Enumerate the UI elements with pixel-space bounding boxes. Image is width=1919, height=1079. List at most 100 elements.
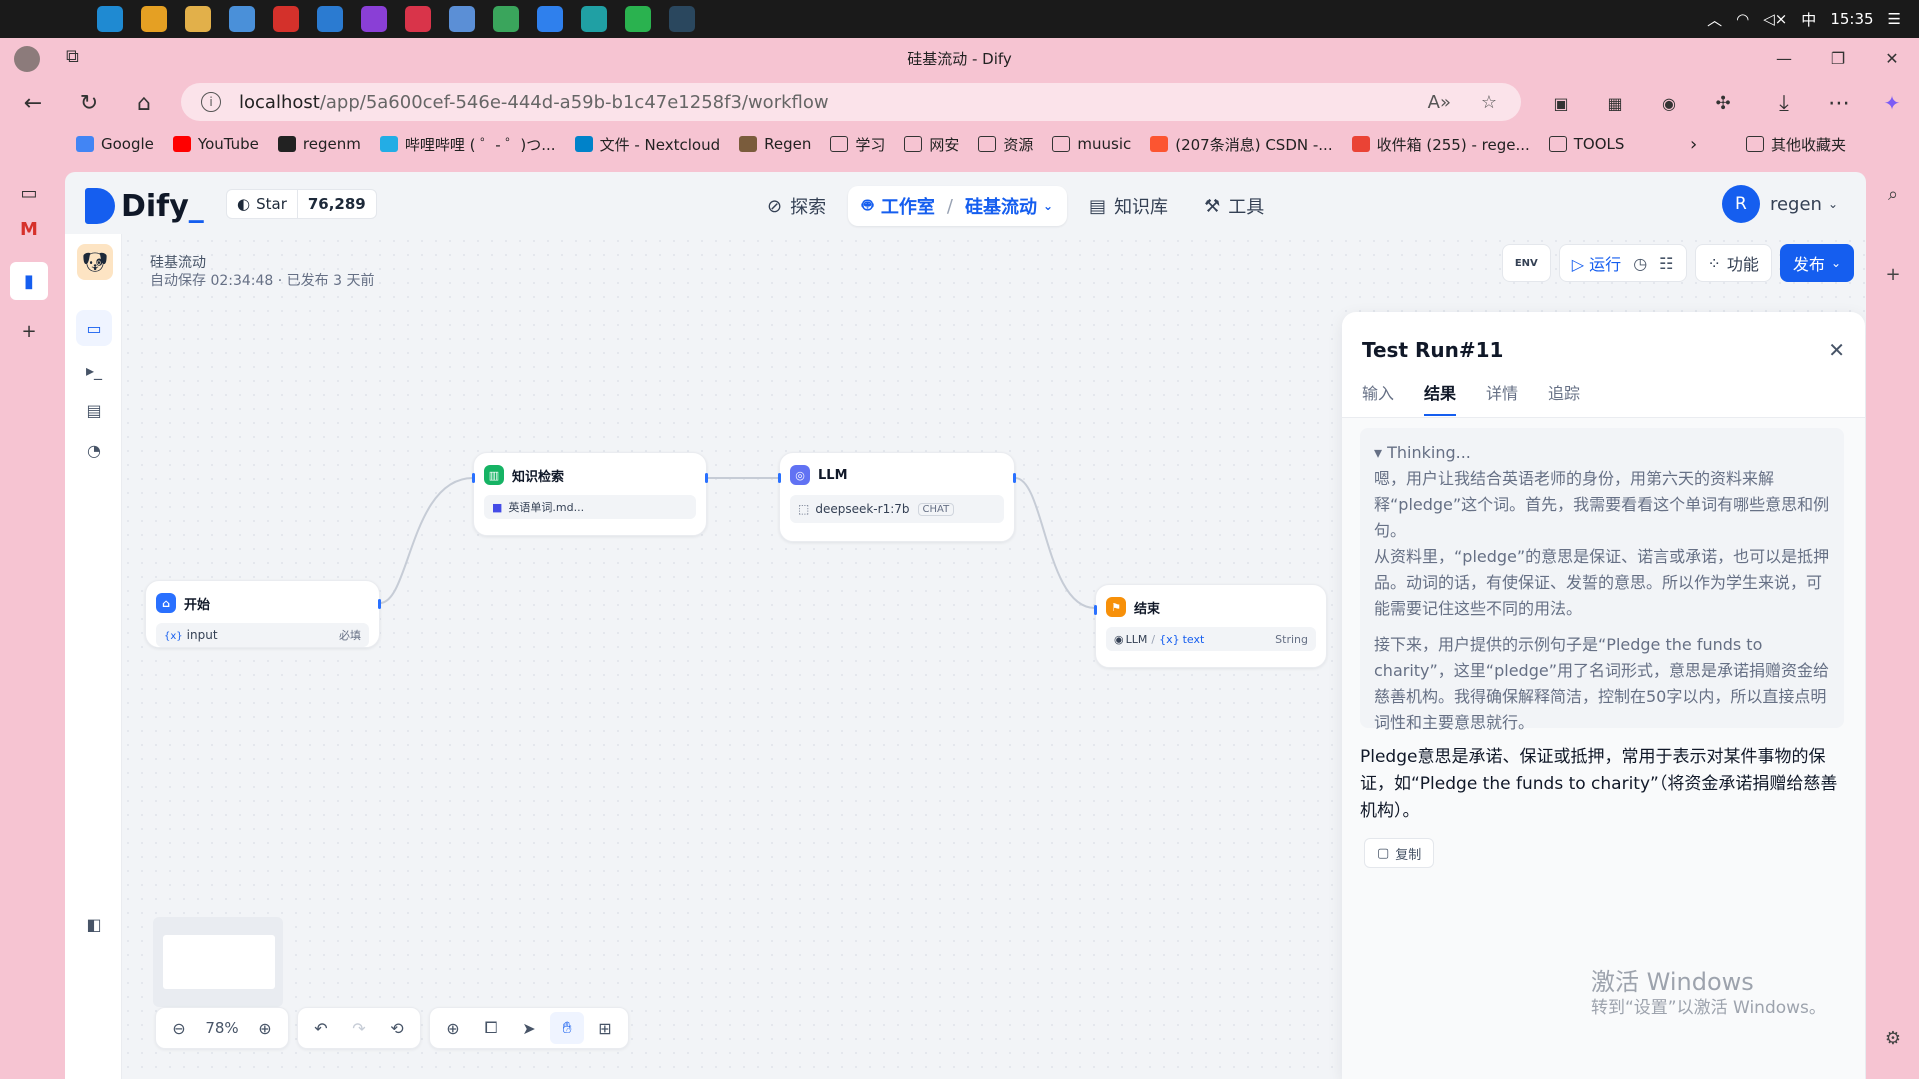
zoom-in-icon[interactable]: ⊕ [248,1012,282,1044]
bookmark-item[interactable]: regenm [277,135,361,153]
favorite-star-icon[interactable]: ☆ [1481,92,1497,113]
features-button[interactable]: ⁘ 功能 [1694,244,1772,282]
sidebar-monitor-icon[interactable]: ◔ [76,432,112,468]
sidebar-orchestrate-icon[interactable]: ▭ [76,310,112,346]
end-input-handle[interactable] [1094,605,1097,615]
extension-globe-icon[interactable]: ◉ [1652,86,1686,120]
copilot-icon[interactable]: ✦ [1875,86,1909,120]
undo-icon[interactable]: ↶ [304,1012,338,1044]
bookmark-item[interactable]: YouTube [172,135,259,153]
photos-icon[interactable] [449,6,475,32]
nav-knowledge[interactable]: ▤ 知识库 [1075,186,1182,226]
version-history-icon[interactable]: ⟲ [380,1012,414,1044]
bookmark-item[interactable]: 文件 - Nextcloud [574,134,720,155]
ime-indicator[interactable]: 中 [1801,9,1816,30]
more-bookmarks-chevron-icon[interactable]: › [1690,134,1697,155]
knowledge-retrieval-node[interactable]: ▥ 知识检索 ■ 英语单词.md... [472,452,708,536]
tab-actions-icon[interactable]: ▭ [16,180,42,206]
tab-detail[interactable]: 详情 [1486,380,1518,416]
tab-result[interactable]: 结果 [1424,380,1457,416]
github-star-button[interactable]: ◐ Star 76,289 [226,189,377,219]
volume-icon[interactable]: ◁× [1763,10,1787,28]
add-note-icon[interactable]: ⧠ [474,1012,508,1044]
organize-icon[interactable]: ⊞ [588,1012,622,1044]
knowledge-input-handle[interactable] [472,473,475,483]
bookmark-item[interactable]: 收件箱 (255) - rege... [1351,134,1530,155]
zoom-level[interactable]: 78% [200,1012,244,1044]
bookmark-item[interactable]: 学习 [830,134,885,155]
store-icon[interactable] [229,6,255,32]
bookmark-item[interactable]: (207条消息) CSDN -... [1150,134,1333,155]
chevron-up-icon[interactable]: ︿ [1707,9,1722,30]
sidebar-settings-icon[interactable]: ⚙ [1881,1026,1905,1050]
xmind-icon[interactable] [405,6,431,32]
run-button[interactable]: ▷ 运行 [1572,251,1621,275]
bookmark-item[interactable]: TOOLS [1548,135,1624,153]
llm-output-handle[interactable] [1013,473,1016,483]
llm-node[interactable]: ◎ LLM ⬚ deepseek-r1:7b CHAT [778,452,1016,542]
llm-input-handle[interactable] [778,473,781,483]
maximize-button[interactable]: ❐ [1811,38,1865,78]
vscode-icon[interactable] [317,6,343,32]
wps-icon[interactable] [273,6,299,32]
redo-icon[interactable]: ↷ [342,1012,376,1044]
bookmark-item[interactable]: 资源 [978,134,1033,155]
download-icon[interactable]: ⤓ [1767,86,1801,120]
copy-button[interactable]: ▢ 复制 [1364,838,1435,868]
edge-icon[interactable] [97,6,123,32]
minimap[interactable] [153,917,283,1007]
current-app-switcher[interactable]: 硅基流动 [965,193,1037,219]
env-button[interactable]: ENV [1501,244,1551,282]
pointer-icon[interactable]: ➤ [512,1012,546,1044]
history-icon[interactable]: ◷ [1633,254,1647,273]
thinking-toggle[interactable]: ▾ Thinking... [1374,440,1830,466]
arduino-icon[interactable] [581,6,607,32]
tab-trace[interactable]: 追踪 [1548,380,1580,416]
wifi-icon[interactable]: ◠ [1736,10,1749,28]
app-icon[interactable] [537,6,563,32]
extensions-icon[interactable]: ✣ [1706,86,1740,120]
bookmark-item[interactable]: muusic [1052,135,1131,153]
read-aloud-icon[interactable]: A» [1428,92,1451,113]
tab-input[interactable]: 输入 [1362,380,1394,416]
add-node-icon[interactable]: ⊕ [436,1012,470,1044]
nav-studio[interactable]: 🤖︎ 工作室 / 硅基流动 ⌄ [848,186,1068,226]
collapse-sidebar-icon[interactable]: ◧ [76,906,112,942]
start-node[interactable]: ⌂ 开始 {x} input 必填 [145,580,381,648]
minimize-button[interactable]: — [1757,38,1811,78]
reload-button[interactable]: ↻ [72,86,106,120]
wechat-icon[interactable] [625,6,651,32]
gmail-tab-icon[interactable]: M [16,216,42,242]
publish-button[interactable]: 发布 ⌄ [1779,244,1854,282]
bookmark-item[interactable]: 网安 [904,134,959,155]
steam-icon[interactable] [669,6,695,32]
qr-code-icon[interactable]: ▦ [1598,86,1632,120]
app-icon[interactable]: 🐶︎ [77,244,113,280]
back-button[interactable]: ← [16,86,50,120]
knowledge-output-handle[interactable] [705,473,708,483]
nav-explore[interactable]: ⊘ 探索 [753,186,840,226]
search-icon[interactable] [53,6,79,32]
sidebar-logs-icon[interactable]: ▤ [76,392,112,428]
new-tab-icon[interactable]: + [16,318,42,344]
dify-logo[interactable]: Dify _ [85,188,204,224]
windows-start-icon[interactable] [9,6,35,32]
zoom-out-icon[interactable]: ⊖ [162,1012,196,1044]
dify-tab-icon[interactable]: ▮ [10,262,48,300]
close-window-button[interactable]: ✕ [1865,38,1919,78]
sidebar-api-icon[interactable]: ▸_ [76,352,112,388]
extension-icon[interactable]: ▣ [1544,86,1578,120]
sidebar-search-icon[interactable]: ⌕ [1881,182,1905,206]
explorer-icon[interactable] [185,6,211,32]
site-info-icon[interactable]: i [201,92,221,112]
other-bookmarks[interactable]: 其他收藏夹 [1746,134,1846,155]
close-icon[interactable]: ✕ [1828,338,1845,362]
sidebar-add-icon[interactable]: + [1881,262,1905,286]
qt-icon[interactable] [493,6,519,32]
bookmark-item[interactable]: Regen [739,135,811,153]
end-node[interactable]: ⚑ 结束 ◉ LLM / {x} text String [1094,584,1327,668]
checklist-icon[interactable]: ☷ [1659,254,1673,273]
bookmark-item[interactable]: 哔哩哔哩 ( ゜- ゜)つ... [379,134,556,155]
user-menu[interactable]: R regen ⌄ [1721,185,1838,223]
nav-tools[interactable]: ⚒ 工具 [1190,186,1278,226]
